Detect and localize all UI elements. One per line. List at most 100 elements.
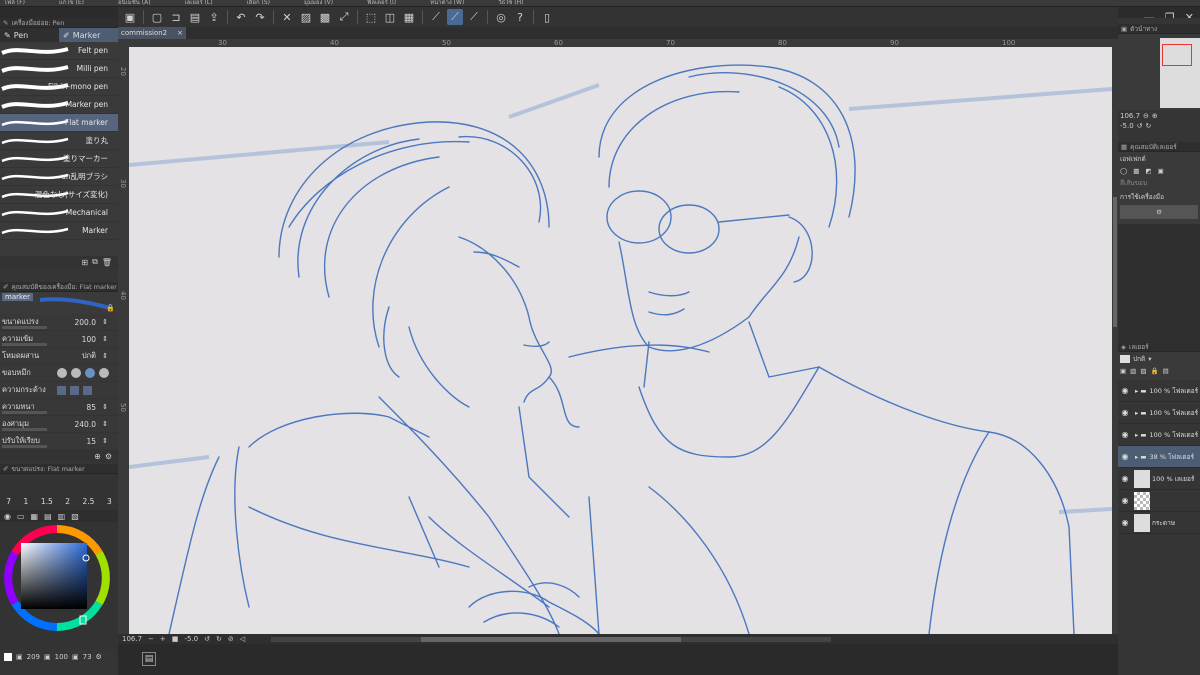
brush-item[interactable]: Mechanical <box>0 204 118 222</box>
canvas-horizontal-scrollbar[interactable] <box>271 636 832 642</box>
edge-option[interactable] <box>99 368 109 378</box>
timeline-icon[interactable]: ▤ <box>142 652 156 666</box>
zoom-value[interactable]: 106.7 <box>122 635 142 643</box>
brush-item[interactable]: 塗り丸 <box>0 132 118 150</box>
color-wheel-icon[interactable]: ◎ <box>493 9 509 25</box>
close-tab-icon[interactable]: × <box>177 29 183 37</box>
edge-option[interactable] <box>85 368 95 378</box>
lock-layer-icon[interactable]: 🔒 <box>1150 367 1158 375</box>
tool-property-row[interactable]: ความกระด้าง <box>0 382 118 399</box>
approx-color-tab-icon[interactable]: ▥ <box>58 512 66 521</box>
transform-icon[interactable]: ⤢ <box>336 9 352 25</box>
undo-icon[interactable]: ↶ <box>233 9 249 25</box>
brush-item[interactable]: un乱明ブラシ <box>0 168 118 186</box>
menu-item[interactable]: เลเยอร์ (L) <box>185 0 213 6</box>
redo-icon[interactable]: ↷ <box>252 9 268 25</box>
menu-item[interactable]: ไฟล์ (F) <box>4 0 25 6</box>
layer-row[interactable]: ◉ 100 % เลเยอร์ <box>1118 468 1200 490</box>
brush-item[interactable]: Flat marker <box>0 114 118 132</box>
navigator-angle[interactable]: -5.0 <box>1120 122 1134 130</box>
edge-option[interactable] <box>57 368 67 378</box>
rotation-value[interactable]: -5.0 <box>184 635 198 643</box>
spinner-icon[interactable]: ⇕ <box>102 318 108 326</box>
tool-property-row[interactable]: องศามุม 240.0 ⇕ <box>0 416 118 433</box>
color-set-tab-icon[interactable]: ▦ <box>31 512 39 521</box>
tool-property-row[interactable]: ขนาดแปรง 200.0 ⇕ <box>0 314 118 331</box>
eye-icon[interactable]: ◉ <box>1118 518 1132 527</box>
fit-icon[interactable]: ■ <box>172 635 179 643</box>
eye-icon[interactable]: ◉ <box>1118 386 1132 395</box>
add-subtool-icon[interactable]: ⊞ <box>81 258 88 267</box>
edge-option[interactable] <box>71 368 81 378</box>
spinner-icon[interactable]: ⇕ <box>102 335 108 343</box>
tool-property-row[interactable]: ขอบหมึก <box>0 365 118 382</box>
hardness-option[interactable] <box>57 385 66 395</box>
fill-icon[interactable]: ▩ <box>317 9 333 25</box>
tool-property-row[interactable]: ปรับให้เรียบ 15 ⇕ <box>0 433 118 450</box>
delete-icon[interactable]: ✕ <box>279 9 295 25</box>
menu-item[interactable]: วิธีใช้ (H) <box>498 0 523 6</box>
property-slider[interactable] <box>2 445 47 448</box>
spinner-icon[interactable]: ⇕ <box>102 352 108 360</box>
show-selection-icon[interactable]: ▦ <box>401 9 417 25</box>
reset-rotation-icon[interactable]: ⊘ <box>228 635 234 643</box>
drawing-canvas[interactable] <box>129 47 1112 634</box>
blend-mode-select[interactable]: ปกติ <box>1133 354 1145 364</box>
brush-item[interactable]: 混色なし(サイズ変化) <box>0 186 118 204</box>
save-icon[interactable]: ▤ <box>187 9 203 25</box>
spinner-icon[interactable]: ⇕ <box>102 420 108 428</box>
navigator-preview[interactable] <box>1118 34 1200 110</box>
tab-commission2[interactable]: commission2 × <box>118 27 186 39</box>
color-slider-tab-icon[interactable]: ▭ <box>17 512 25 521</box>
reference-layer-icon[interactable]: ▧ <box>1130 367 1136 375</box>
layer-row[interactable]: ◉ ▸ ▬ 100 % โฟลเดอร์ <box>1118 380 1200 402</box>
open-file-icon[interactable]: ⊐ <box>168 9 184 25</box>
snap-ruler-icon[interactable]: ⟋ <box>428 9 444 25</box>
tool-property-row[interactable]: ความเข้ม 100 ⇕ <box>0 331 118 348</box>
menu-item[interactable]: มุมมอง (V) <box>304 0 333 6</box>
rotate-right-icon[interactable]: ↻ <box>216 635 222 643</box>
brush-size-option[interactable]: 1 <box>24 497 29 506</box>
eye-icon[interactable]: ◉ <box>1118 430 1132 439</box>
property-slider[interactable] <box>2 411 47 414</box>
hardness-option[interactable] <box>70 385 79 395</box>
intermediate-color-tab-icon[interactable]: ▤ <box>44 512 52 521</box>
lock-icon[interactable]: 🔒 <box>106 304 115 312</box>
help-icon[interactable]: ? <box>512 9 528 25</box>
zoom-in-icon[interactable]: + <box>160 635 166 643</box>
flip-icon[interactable]: ◁ <box>240 635 245 643</box>
menu-item[interactable]: ฟิลเตอร์ (I) <box>367 0 396 6</box>
menu-item[interactable]: แก้ไข (E) <box>59 0 84 6</box>
delete-subtool-icon[interactable]: 🗑 <box>102 258 112 267</box>
color-history-tab-icon[interactable]: ▧ <box>71 512 79 521</box>
new-file-icon[interactable]: ▢ <box>149 9 165 25</box>
brush-size-option[interactable]: 2 <box>65 497 70 506</box>
brush-size-option[interactable]: 1.5 <box>41 497 53 506</box>
tool-property-row[interactable]: โหมดผสาน ปกติ ⇕ <box>0 348 118 365</box>
tool-usage-button[interactable]: ⚙ <box>1120 205 1198 219</box>
add-property-icon[interactable]: ⊕ <box>94 452 101 461</box>
brush-item[interactable]: 塗りマーカー <box>0 150 118 168</box>
secondary-color-swatch[interactable] <box>4 653 12 661</box>
property-slider[interactable] <box>2 428 47 431</box>
tablet-icon[interactable]: ▯ <box>539 9 555 25</box>
color-wheel-tab-icon[interactable]: ◉ <box>4 512 11 521</box>
brush-size-option[interactable]: 3 <box>107 497 112 506</box>
brush-item[interactable]: Fill-in-mono pen <box>0 78 118 96</box>
rotate-left-icon[interactable]: ↺ <box>204 635 210 643</box>
border-effect-icon[interactable]: ◯ <box>1120 167 1127 175</box>
property-slider[interactable] <box>2 343 47 346</box>
brush-item[interactable]: Marker <box>0 222 118 240</box>
tool-property-row[interactable]: ความหนา 85 ⇕ <box>0 399 118 416</box>
menu-item[interactable]: หน้าต่าง (W) <box>430 0 464 6</box>
color-settings-icon[interactable]: ⚙ <box>96 653 102 661</box>
lock-alpha-icon[interactable]: ▤ <box>1163 367 1169 375</box>
eye-icon[interactable]: ◉ <box>1118 452 1132 461</box>
hardness-option[interactable] <box>83 385 92 395</box>
layer-row[interactable]: ◉ <box>1118 490 1200 512</box>
spinner-icon[interactable]: ⇕ <box>102 437 108 445</box>
layer-color-swatch[interactable] <box>1120 355 1130 363</box>
menu-item[interactable]: อนิเมชัน (A) <box>118 0 151 6</box>
property-slider[interactable] <box>2 326 47 329</box>
tone-effect-icon[interactable]: ▩ <box>1133 167 1139 175</box>
